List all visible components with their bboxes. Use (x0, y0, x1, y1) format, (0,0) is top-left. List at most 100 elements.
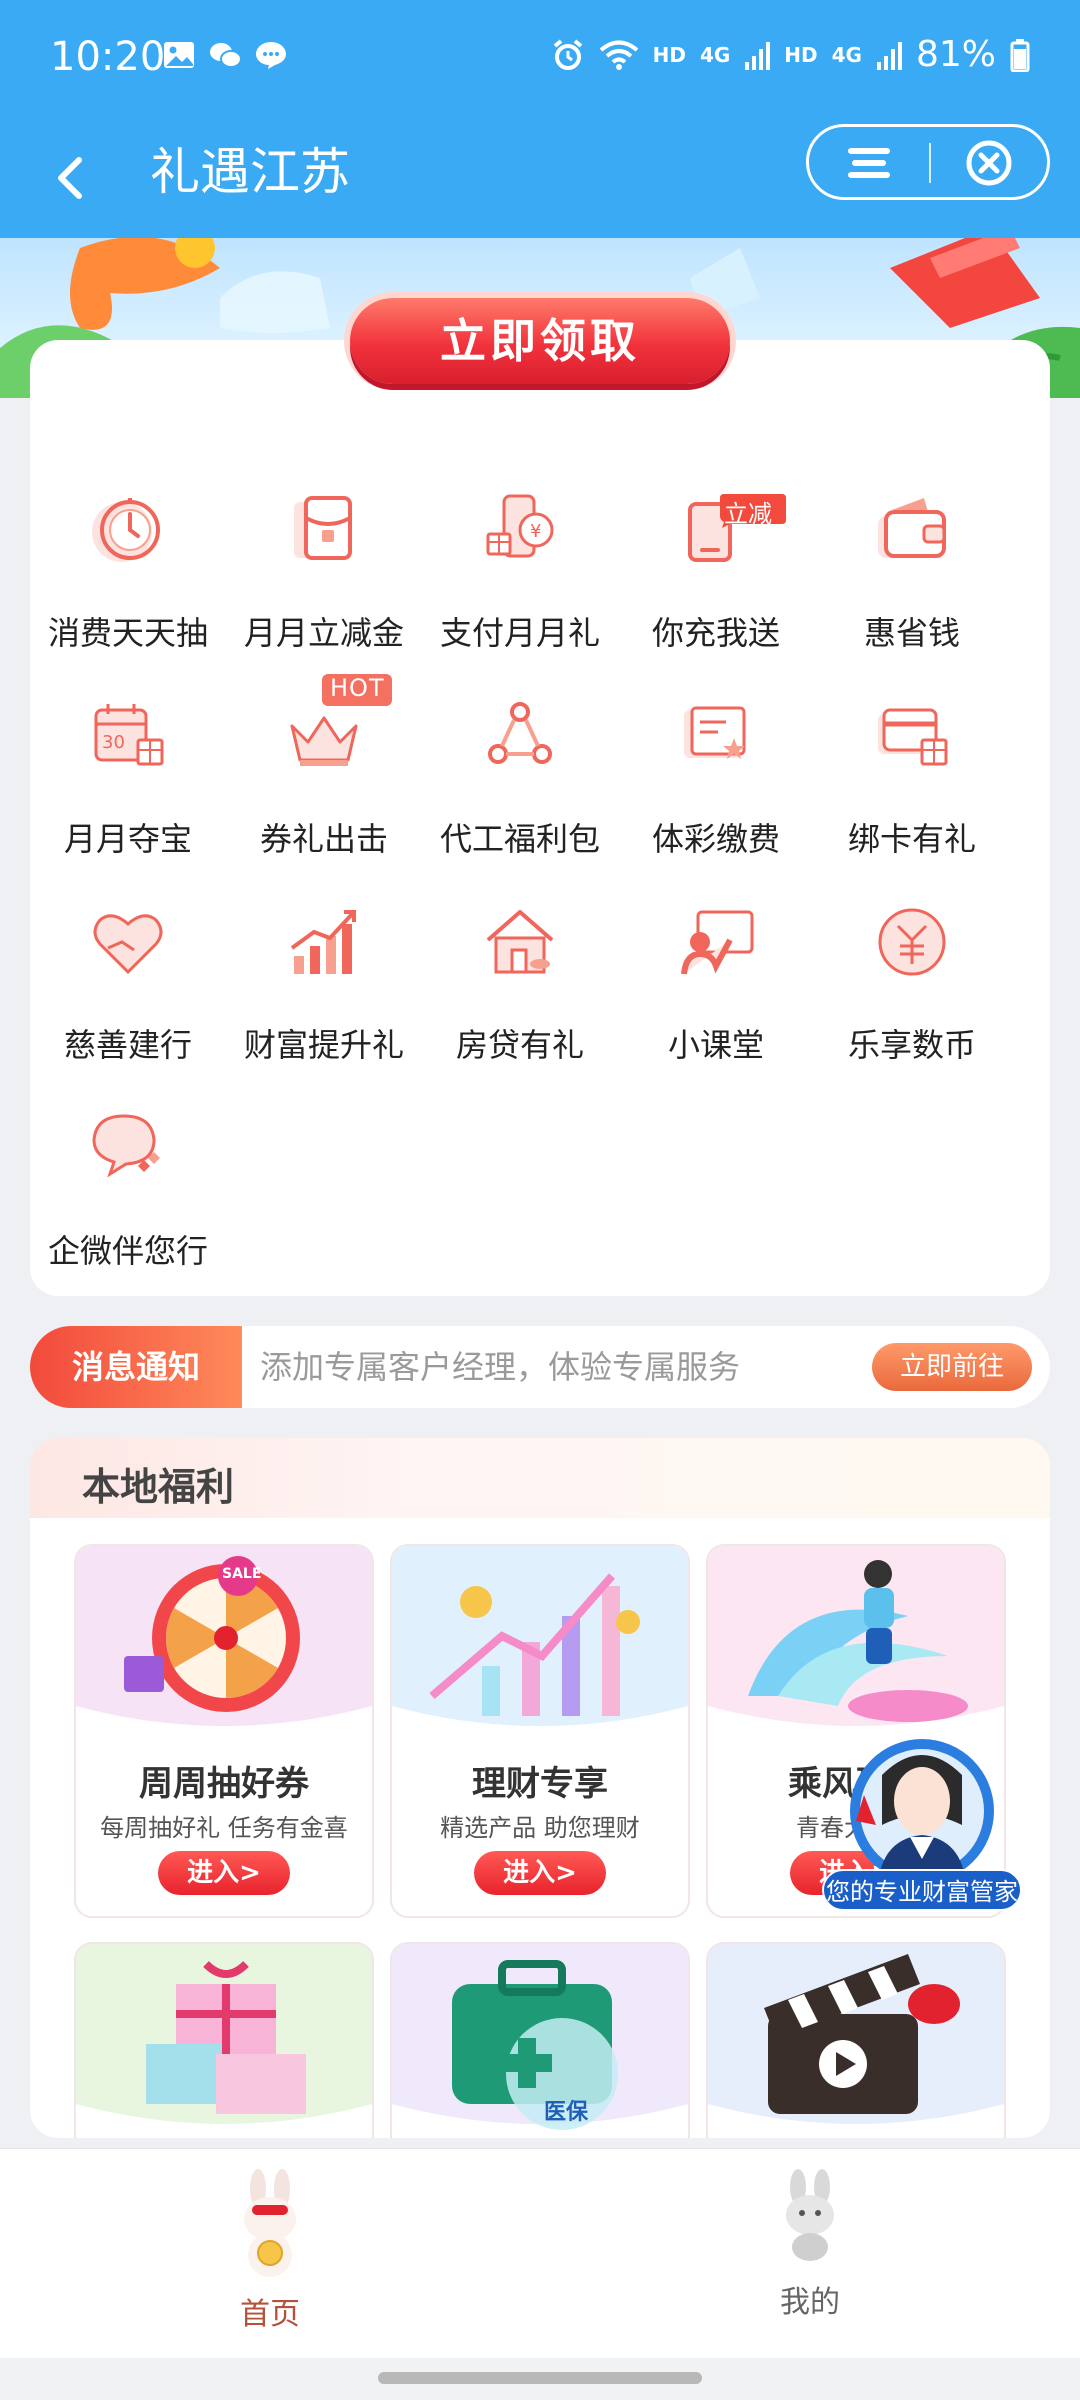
notice-tag: 消息通知 (30, 1326, 242, 1408)
grid-item-wallet[interactable]: 惠省钱 (814, 490, 1010, 670)
house-icon (486, 910, 554, 974)
grid-item-mortgage[interactable]: 房贷有礼 (422, 902, 618, 1082)
grid-item-pay-gift[interactable]: ¥ 支付月月礼 (422, 490, 618, 670)
claim-now-button[interactable]: 立即领取 (350, 298, 730, 384)
spin-dial-icon (92, 498, 160, 562)
heart-hands-icon (93, 914, 163, 975)
grid-item-bind-card[interactable]: 绑卡有礼 (814, 696, 1010, 876)
gift-boxes-icon (76, 1944, 372, 2124)
battery-percent: 81% (915, 34, 996, 75)
grid-label: 月月立减金 (243, 614, 404, 652)
grid-item-red-envelope[interactable]: 月月立减金 (226, 490, 422, 670)
wealth-advisor-widget[interactable]: 您的专业财富管家 (822, 1735, 1022, 1915)
advisor-label: 您的专业财富管家 (822, 1869, 1022, 1911)
wallet-icon (878, 498, 946, 558)
grid-label: 小课堂 (667, 1026, 764, 1064)
tab-label: 我的 (780, 2285, 840, 2320)
tab-label: 首页 (240, 2297, 300, 2332)
grid-label: 慈善建行 (63, 1026, 192, 1064)
grid-label: 代工福利包 (439, 820, 600, 858)
grid-label: 月月夺宝 (63, 820, 192, 858)
hd-label-2: HD (784, 42, 818, 67)
medical-tag: 医保 (544, 2100, 589, 2125)
shortcut-grid: 消费天天抽 月月立减金 ¥ 支付月月礼 立减 你充我送 惠省钱 30 月月夺宝 … (30, 340, 1050, 1296)
grid-label: 乐享数币 (847, 1026, 976, 1064)
crown-icon (290, 716, 358, 766)
chat-bubble-icon (92, 1114, 160, 1178)
card-subtitle: 每周抽好礼 任务有金喜 (100, 1814, 348, 1842)
medical-kit-icon (392, 1944, 688, 2130)
surfer-icon (708, 1546, 1004, 1726)
capsule-divider (929, 143, 931, 183)
page-title: 礼遇江苏 (150, 143, 350, 201)
grid-label: 财富提升礼 (243, 1026, 404, 1064)
signal-icon-2 (876, 41, 902, 70)
status-time: 10:20 (50, 34, 166, 80)
grid-label: 体彩缴费 (651, 820, 780, 858)
topup-badge: 立减 (724, 500, 772, 528)
back-arrow-icon[interactable] (45, 138, 95, 218)
benefit-card-movie[interactable] (706, 1942, 1006, 2138)
card-subtitle: 精选产品 助您理财 (440, 1814, 640, 1842)
gesture-handle[interactable] (378, 2372, 702, 2384)
grid-item-wecom[interactable]: 企微伴您行 (30, 1108, 226, 1288)
home-rabbit-icon (244, 2169, 296, 2277)
grid-item-lottery[interactable]: 体彩缴费 (618, 696, 814, 876)
sale-badge: SALE (222, 1566, 262, 1582)
red-envelope-icon (294, 496, 352, 560)
svg-text:30: 30 (102, 732, 125, 753)
message-icon (256, 42, 286, 69)
menu-icon[interactable] (839, 137, 899, 189)
benefit-card-weekly-coupon[interactable]: SALE 周周抽好券 每周抽好礼 任务有金喜 进入> (74, 1544, 374, 1918)
grid-item-charity[interactable]: 慈善建行 (30, 902, 226, 1082)
grid-item-wealth[interactable]: 财富提升礼 (226, 902, 422, 1082)
battery-icon (1010, 38, 1030, 72)
benefit-card-finance[interactable]: 理财专享 精选产品 助您理财 进入> (390, 1544, 690, 1918)
bottom-tab-bar: 首页 我的 (0, 2148, 1080, 2359)
benefit-card-gifts[interactable] (74, 1942, 374, 2138)
tab-home[interactable]: 首页 (170, 2169, 370, 2339)
grid-label: 你充我送 (651, 614, 780, 652)
grid-label: 企微伴您行 (47, 1232, 208, 1270)
go-now-button[interactable]: 立即前往 (872, 1343, 1032, 1391)
hd-label: HD (652, 42, 686, 67)
notice-text: 添加专属客户经理，体验专属服务 (260, 1348, 741, 1386)
grid-item-topup[interactable]: 立减 你充我送 (618, 490, 814, 670)
local-benefits-header: 本地福利 (30, 1438, 1050, 1518)
advisor-avatar (850, 1739, 994, 1885)
grid-item-classroom[interactable]: 小课堂 (618, 902, 814, 1082)
profile-rabbit-icon (786, 2169, 834, 2261)
card-title: 理财专享 (472, 1764, 608, 1804)
grid-label: 惠省钱 (863, 614, 960, 652)
network-label: 4G (699, 42, 731, 67)
grid-item-coupon[interactable]: HOT 券礼出击 (226, 674, 422, 876)
grid-label: 券礼出击 (259, 820, 388, 858)
grid-label: 消费天天抽 (47, 614, 208, 652)
card-title: 周周抽好券 (139, 1764, 309, 1804)
tab-mine[interactable]: 我的 (710, 2169, 910, 2339)
lottery-ticket-icon (684, 706, 746, 759)
network-label-2: 4G (831, 42, 862, 67)
grid-item-monthly-treasure[interactable]: 30 月月夺宝 (30, 696, 226, 876)
grid-label: 绑卡有礼 (847, 820, 976, 858)
digital-yuan-icon (878, 908, 946, 976)
clapperboard-icon (708, 1944, 1004, 2124)
alarm-icon (553, 38, 582, 70)
nav-bar: 礼遇江苏 (0, 120, 1080, 238)
grid-item-digital-currency[interactable]: 乐享数币 (814, 902, 1010, 1082)
gallery-icon (164, 42, 194, 68)
calendar-gift-icon: 30 (94, 704, 164, 766)
grid-label: 房贷有礼 (455, 1026, 584, 1064)
growth-chart-icon (290, 910, 356, 974)
notice-bar: 消息通知 添加专属客户经理，体验专属服务 立即前往 (30, 1326, 1050, 1408)
benefit-card-medical[interactable]: 医保 (390, 1942, 690, 2138)
close-icon[interactable] (959, 137, 1019, 189)
grid-item-spin[interactable]: 消费天天抽 (30, 490, 226, 670)
finance-growth-icon (392, 1546, 688, 1726)
enter-button[interactable]: 进入> (158, 1851, 290, 1895)
grid-item-payroll[interactable]: 代工福利包 (422, 696, 618, 876)
teacher-board-icon (681, 910, 754, 975)
hot-badge: HOT (330, 674, 385, 702)
top-bar: 10:20 HD 4G HD 4G 81% 礼遇江苏 (0, 0, 1080, 238)
enter-button[interactable]: 进入> (474, 1851, 606, 1895)
